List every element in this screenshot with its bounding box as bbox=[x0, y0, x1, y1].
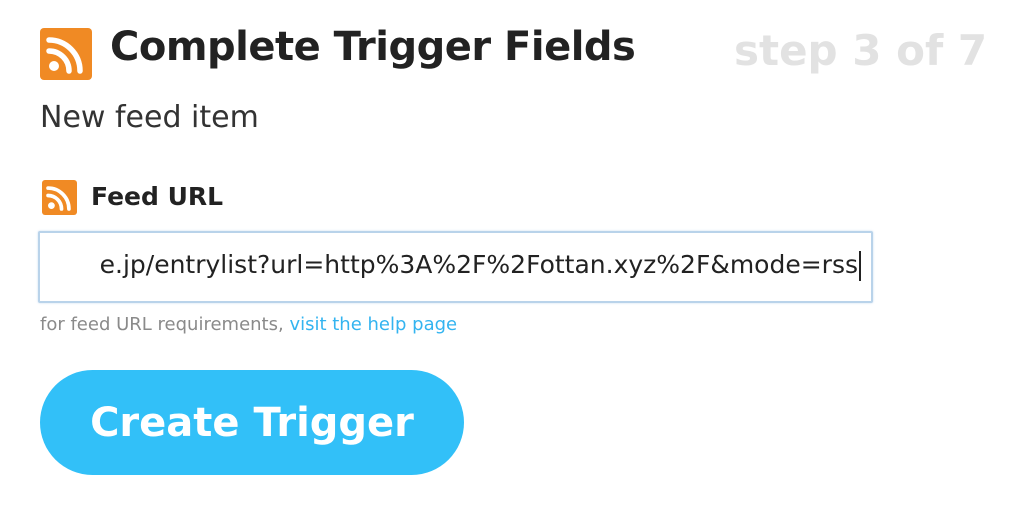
text-caret bbox=[859, 251, 861, 281]
feed-url-value-wrap: e.jp/entrylist?url=http%3A%2F%2Fottan.xy… bbox=[100, 250, 861, 281]
help-text-prefix: for feed URL requirements, bbox=[40, 314, 290, 335]
step-indicator: step 3 of 7 bbox=[734, 26, 988, 75]
rss-feed-icon bbox=[42, 180, 77, 215]
trigger-subtitle: New feed item bbox=[40, 100, 259, 135]
help-page-link[interactable]: visit the help page bbox=[289, 314, 457, 335]
trigger-fields-page: Complete Trigger Fields step 3 of 7 New … bbox=[0, 0, 1024, 516]
rss-feed-icon bbox=[40, 28, 92, 80]
help-text: for feed URL requirements, visit the hel… bbox=[40, 314, 457, 335]
feed-url-label: Feed URL bbox=[91, 182, 224, 211]
feed-url-value: e.jp/entrylist?url=http%3A%2F%2Fottan.xy… bbox=[99, 250, 858, 279]
feed-url-input[interactable]: e.jp/entrylist?url=http%3A%2F%2Fottan.xy… bbox=[38, 231, 873, 303]
page-title: Complete Trigger Fields bbox=[110, 24, 636, 70]
create-trigger-button[interactable]: Create Trigger bbox=[40, 370, 464, 475]
